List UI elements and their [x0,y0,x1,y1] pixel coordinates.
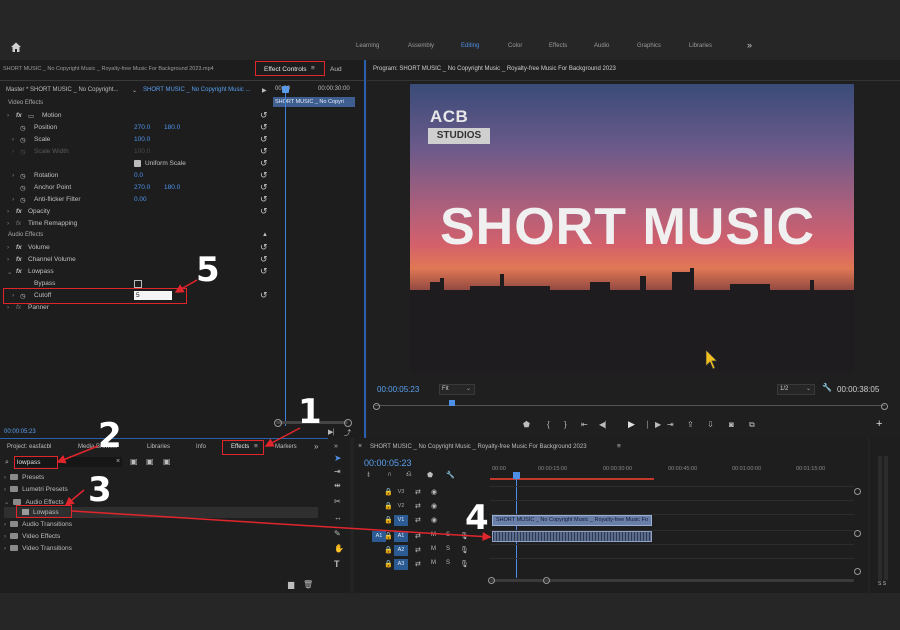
annotation-number-1: 1 [298,392,322,432]
annotation-number-3: 3 [88,470,112,510]
annotation-number-2: 2 [98,416,122,456]
annotation-number-4: 4 [465,498,489,538]
annotation-arrows [56,279,492,542]
annotation-number-5: 5 [196,250,220,290]
